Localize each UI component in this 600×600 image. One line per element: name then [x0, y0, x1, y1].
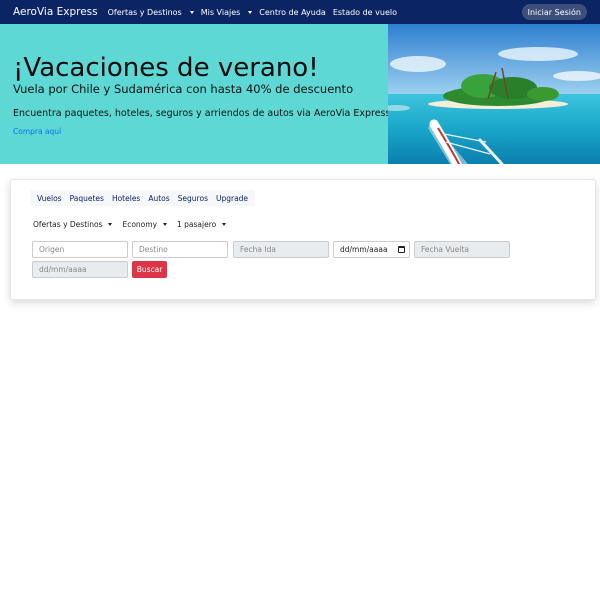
hero-banner: ¡Vacaciones de verano! Vuela por Chile y… [0, 24, 600, 164]
search-button[interactable]: Buscar [132, 261, 167, 278]
tab-paquetes[interactable]: Paquetes [66, 190, 108, 206]
tab-vuelos[interactable]: Vuelos [33, 190, 66, 206]
category-select[interactable]: Ofertas y Destinos [33, 220, 113, 229]
departure-date-value: dd/mm/aaaa [340, 245, 388, 254]
tab-autos[interactable]: Autos [144, 190, 173, 206]
return-label-field: Fecha Vuelta [414, 241, 510, 258]
chevron-down-icon [222, 223, 227, 226]
top-navbar: AeroVia Express Ofertas y Destinos Mis V… [0, 0, 600, 24]
return-date-input[interactable]: dd/mm/aaaa [32, 261, 128, 278]
nav-ofertas-destinos[interactable]: Ofertas y Destinos [108, 8, 194, 17]
search-tabs: Vuelos Paquetes Hoteles Autos Seguros Up… [30, 190, 256, 206]
tab-seguros[interactable]: Seguros [174, 190, 212, 206]
chevron-down-icon [189, 10, 194, 14]
departure-label-field: Fecha Ida [233, 241, 329, 258]
cabin-select[interactable]: Economy [122, 220, 168, 229]
hero-description: Encuentra paquetes, hoteles, seguros y a… [13, 108, 391, 119]
nav-mis-viajes-label: Mis Viajes [200, 7, 241, 17]
nav-centro-ayuda[interactable]: Centro de Ayuda [259, 8, 326, 17]
cabin-select-value: Economy [122, 220, 158, 229]
chevron-down-icon [108, 223, 113, 226]
category-select-value: Ofertas y Destinos [33, 220, 103, 229]
brand-logo[interactable]: AeroVia Express [13, 6, 98, 18]
hero-subtitle: Vuela por Chile y Sudamérica con hasta 4… [13, 82, 354, 96]
flight-search-card: Vuelos Paquetes Hoteles Autos Seguros Up… [10, 179, 596, 300]
departure-date-input[interactable]: dd/mm/aaaa [333, 241, 410, 258]
tropical-island-image [388, 24, 600, 164]
passengers-select-value: 1 pasajero [177, 220, 217, 229]
tab-upgrade[interactable]: Upgrade [212, 190, 252, 206]
chevron-down-icon [248, 10, 253, 14]
destination-input[interactable]: Destino [132, 241, 228, 258]
nav-ofertas-label: Ofertas y Destinos [107, 7, 182, 17]
nav-mis-viajes[interactable]: Mis Viajes [201, 8, 253, 17]
search-options: Ofertas y Destinos Economy 1 pasajero [33, 220, 236, 229]
hero-title: ¡Vacaciones de verano! [13, 53, 319, 83]
passengers-select[interactable]: 1 pasajero [177, 220, 227, 229]
nav-estado-vuelo[interactable]: Estado de vuelo [333, 8, 397, 17]
buy-here-link[interactable]: Compra aquí [13, 127, 61, 136]
calendar-icon[interactable] [398, 246, 405, 253]
chevron-down-icon [163, 223, 168, 226]
origin-input[interactable]: Origen [32, 241, 128, 258]
login-button[interactable]: Iniciar Sesión [521, 4, 587, 20]
tab-hoteles[interactable]: Hoteles [108, 190, 144, 206]
